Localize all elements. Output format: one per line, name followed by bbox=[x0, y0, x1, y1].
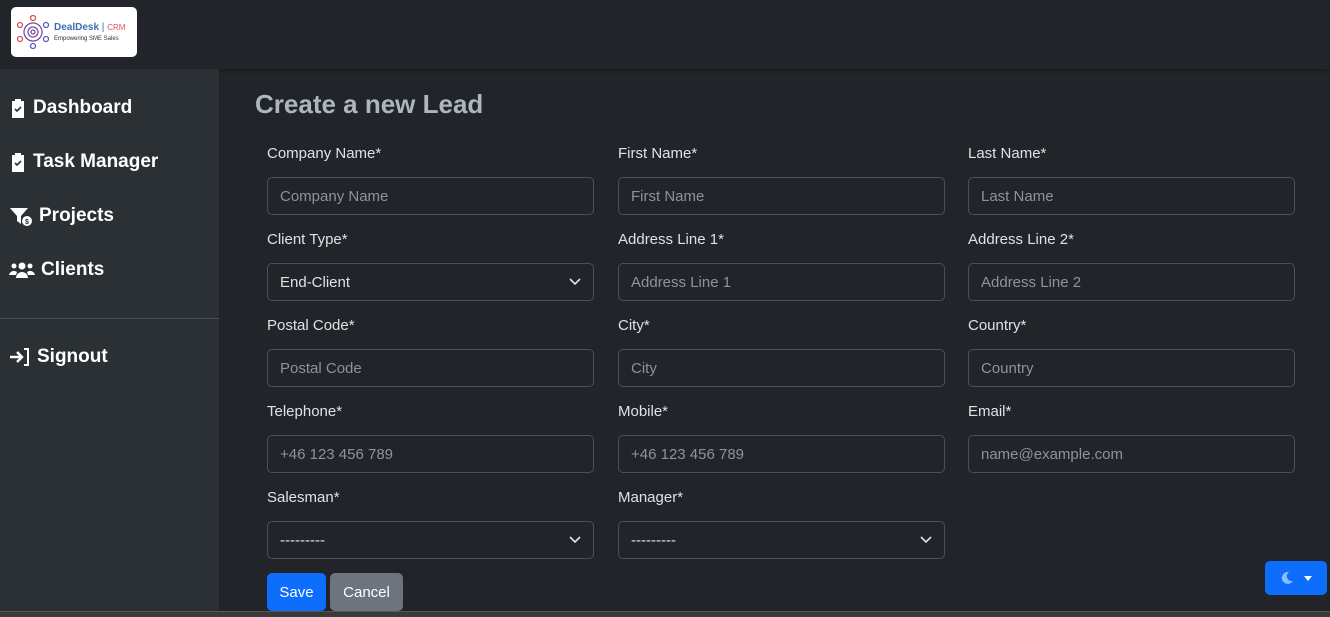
sidebar-item-projects[interactable]: $ Projects bbox=[9, 205, 114, 227]
field-postal-code: Postal Code* Postal Code bbox=[267, 317, 594, 387]
sign-in-icon bbox=[10, 348, 29, 366]
field-mobile: Mobile* +46 123 456 789 bbox=[618, 403, 945, 473]
chevron-down-icon bbox=[569, 278, 581, 286]
sidebar-divider bbox=[0, 318, 219, 319]
sidebar-item-signout[interactable]: Signout bbox=[9, 346, 108, 368]
field-country: Country* Country bbox=[968, 317, 1295, 387]
field-city: City* City bbox=[618, 317, 945, 387]
logo-suffix: CRM bbox=[107, 22, 126, 32]
field-label: Manager* bbox=[618, 489, 684, 506]
field-address-line-2: Address Line 2* Address Line 2 bbox=[968, 231, 1295, 301]
placeholder-text: name@example.com bbox=[981, 445, 1123, 463]
top-header: DealDesk | CRM Empowering SME Sales bbox=[0, 0, 1330, 69]
selected-value: --------- bbox=[280, 531, 325, 549]
chevron-down-icon bbox=[569, 536, 581, 544]
field-label: Country* bbox=[968, 317, 1027, 334]
theme-toggle-button[interactable] bbox=[1265, 561, 1327, 595]
placeholder-text: First Name bbox=[631, 187, 705, 205]
text-input[interactable]: +46 123 456 789 bbox=[618, 435, 945, 473]
selected-value: --------- bbox=[631, 531, 676, 549]
svg-text:$: $ bbox=[25, 219, 29, 226]
users-icon bbox=[9, 262, 35, 278]
field-label: Telephone* bbox=[267, 403, 343, 420]
chevron-down-icon bbox=[920, 536, 932, 544]
text-input[interactable]: Company Name bbox=[267, 177, 594, 215]
placeholder-text: Postal Code bbox=[280, 359, 362, 377]
field-email: Email* name@example.com bbox=[968, 403, 1295, 473]
field-client-type: Client Type* End-Client bbox=[267, 231, 594, 301]
sidebar-item-label: Signout bbox=[37, 346, 108, 367]
select-dropdown[interactable]: End-Client bbox=[267, 263, 594, 301]
sidebar-item-label: Clients bbox=[41, 259, 105, 280]
sidebar-item-label: Task Manager bbox=[33, 151, 159, 172]
field-telephone: Telephone* +46 123 456 789 bbox=[267, 403, 594, 473]
field-label: Address Line 1* bbox=[618, 231, 724, 248]
moon-icon bbox=[1281, 571, 1293, 584]
sidebar: Dashboard Task Manager $ Projects Client… bbox=[0, 69, 219, 611]
field-label: Last Name* bbox=[968, 145, 1047, 162]
field-label: Salesman* bbox=[267, 489, 340, 506]
placeholder-text: +46 123 456 789 bbox=[280, 445, 394, 463]
field-label: Client Type* bbox=[267, 231, 348, 248]
cancel-button[interactable]: Cancel bbox=[330, 573, 403, 611]
text-input[interactable]: name@example.com bbox=[968, 435, 1295, 473]
field-label: First Name* bbox=[618, 145, 698, 162]
sidebar-item-task-manager[interactable]: Task Manager bbox=[9, 151, 158, 173]
placeholder-text: Address Line 2 bbox=[981, 273, 1082, 291]
logo-title: DealDesk bbox=[54, 21, 100, 33]
bottom-bar bbox=[0, 611, 1330, 617]
caret-down-icon bbox=[1304, 575, 1312, 581]
page-title: Create a new Lead bbox=[255, 89, 484, 119]
placeholder-text: City bbox=[631, 359, 657, 377]
sidebar-item-label: Dashboard bbox=[33, 97, 133, 118]
field-label: Postal Code* bbox=[267, 317, 355, 334]
placeholder-text: +46 123 456 789 bbox=[631, 445, 745, 463]
text-input[interactable]: Address Line 1 bbox=[618, 263, 945, 301]
text-input[interactable]: Address Line 2 bbox=[968, 263, 1295, 301]
funnel-dollar-icon: $ bbox=[10, 208, 32, 226]
field-label: Email* bbox=[968, 403, 1012, 420]
placeholder-text: Last Name bbox=[981, 187, 1054, 205]
field-label: Address Line 2* bbox=[968, 231, 1074, 248]
select-dropdown[interactable]: --------- bbox=[618, 521, 945, 559]
sidebar-item-dashboard[interactable]: Dashboard bbox=[9, 97, 132, 119]
placeholder-text: Country bbox=[981, 359, 1034, 377]
text-input[interactable]: +46 123 456 789 bbox=[267, 435, 594, 473]
field-label: Company Name* bbox=[267, 145, 382, 162]
field-salesman: Salesman* --------- bbox=[267, 489, 594, 559]
field-last-name: Last Name* Last Name bbox=[968, 145, 1295, 215]
text-input[interactable]: City bbox=[618, 349, 945, 387]
logo-tagline: Empowering SME Sales bbox=[54, 35, 119, 42]
sidebar-item-label: Projects bbox=[39, 205, 114, 226]
selected-value: End-Client bbox=[280, 273, 351, 291]
select-dropdown[interactable]: --------- bbox=[267, 521, 594, 559]
placeholder-text: Address Line 1 bbox=[631, 273, 732, 291]
text-input[interactable]: Country bbox=[968, 349, 1295, 387]
field-first-name: First Name* First Name bbox=[618, 145, 945, 215]
text-input[interactable]: First Name bbox=[618, 177, 945, 215]
text-input[interactable]: Last Name bbox=[968, 177, 1295, 215]
text-input[interactable]: Postal Code bbox=[267, 349, 594, 387]
save-button[interactable]: Save bbox=[267, 573, 326, 611]
clipboard-check-icon bbox=[12, 153, 24, 172]
field-address-line-1: Address Line 1* Address Line 1 bbox=[618, 231, 945, 301]
clipboard-check-icon bbox=[12, 99, 24, 118]
field-manager: Manager* --------- bbox=[618, 489, 945, 559]
network-logo-icon bbox=[16, 15, 50, 49]
field-label: City* bbox=[618, 317, 650, 334]
logo[interactable]: DealDesk | CRM Empowering SME Sales bbox=[11, 7, 137, 57]
field-label: Mobile* bbox=[618, 403, 669, 420]
field-company-name: Company Name* Company Name bbox=[267, 145, 594, 215]
placeholder-text: Company Name bbox=[280, 187, 389, 205]
sidebar-item-clients[interactable]: Clients bbox=[9, 259, 104, 281]
